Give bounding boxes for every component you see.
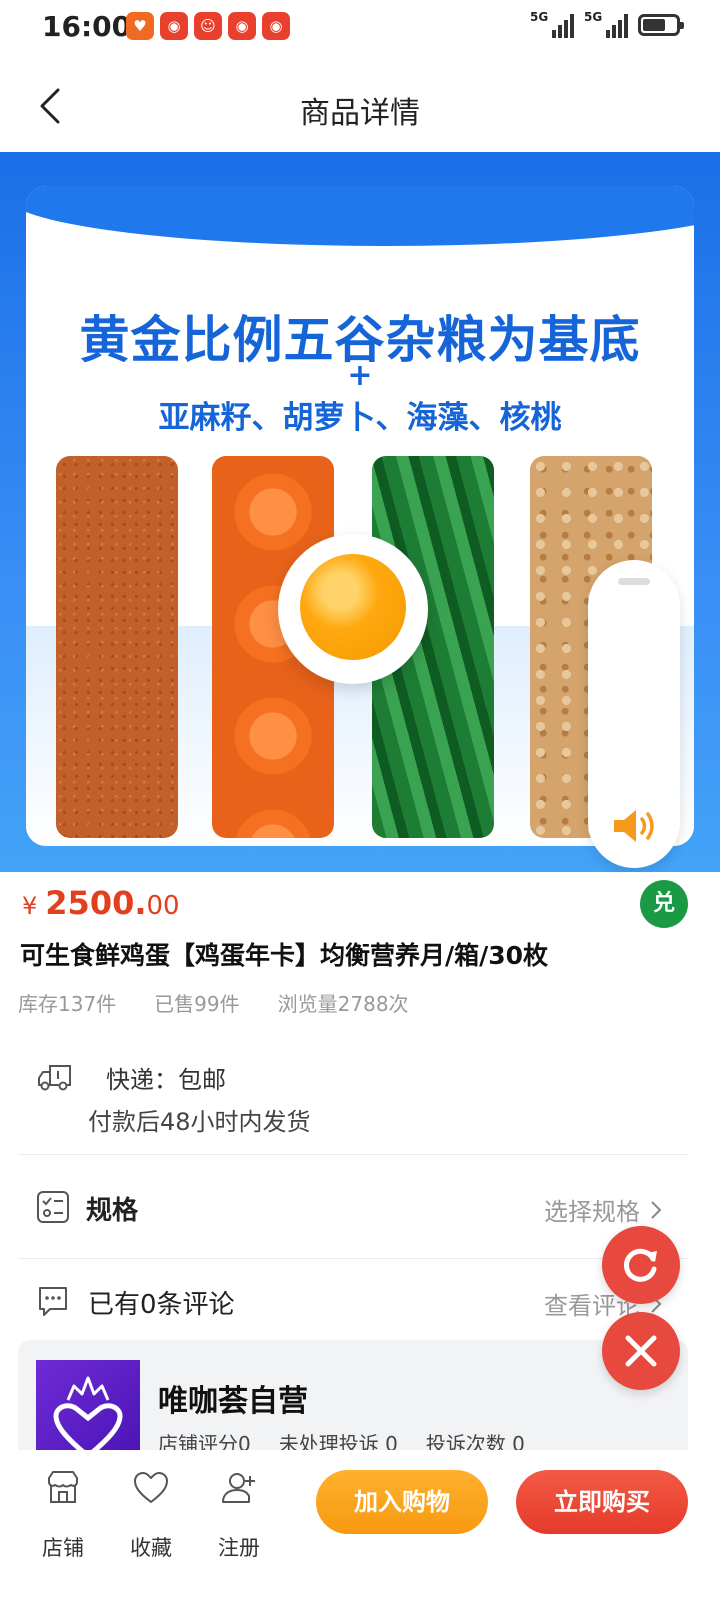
refresh-button[interactable]: [602, 1226, 680, 1304]
add-to-cart-button[interactable]: 加入购物: [316, 1470, 488, 1534]
register-tab[interactable]: 注册: [204, 1468, 274, 1562]
chat-app-icon: ◉: [160, 12, 188, 40]
product-name: 可生食鲜鸡蛋【鸡蛋年卡】均衡营养月/箱/30枚: [20, 941, 549, 970]
banner-wave: [26, 186, 694, 246]
close-button[interactable]: [602, 1312, 680, 1390]
add-user-icon: [222, 1473, 255, 1503]
truck-icon: [38, 1065, 71, 1091]
signal-area: 5G 5G: [530, 10, 684, 38]
heart-app-icon: ♥: [126, 12, 154, 40]
product-stats: 库存137件 已售99件 浏览量2788次: [18, 988, 409, 1017]
clown-app-icon: ☺: [194, 12, 222, 40]
favorite-tab[interactable]: 收藏: [116, 1468, 186, 1562]
notification-app-icons: ♥ ◉ ☺ ◉ ◉: [126, 12, 290, 40]
drag-handle[interactable]: [618, 578, 650, 585]
sold-count: 已售99件: [154, 992, 240, 1016]
currency-symbol: ¥: [22, 892, 38, 920]
view-count: 浏览量2788次: [277, 992, 409, 1016]
shipping-method: 快递：包邮: [106, 1066, 226, 1094]
speaker-icon[interactable]: [610, 806, 658, 846]
refresh-icon: [624, 1248, 657, 1282]
status-bar: 16:00 ♥ ◉ ☺ ◉ ◉ 5G 5G: [0, 0, 720, 56]
register-tab-label: 注册: [218, 1536, 260, 1560]
page-title: 商品详情: [300, 96, 420, 131]
store-name: 唯咖荟自营: [158, 1384, 308, 1419]
banner-subline: 亚麻籽、胡萝卜、海藻、核桃: [158, 400, 562, 436]
banner-plus: +: [347, 358, 373, 393]
egg-yolk-image: [278, 534, 428, 684]
comment-icon: [39, 1287, 67, 1316]
shop-tab[interactable]: 店铺: [28, 1468, 98, 1562]
divider: [18, 1154, 688, 1155]
nav-header: 商品详情: [0, 64, 720, 154]
review-count: 已有0条评论: [88, 1290, 235, 1320]
spec-label: 规格: [86, 1196, 139, 1226]
store-card[interactable]: 唯咖荟自营 店铺评分0 未处理投诉 0 投诉次数 0: [18, 1340, 688, 1460]
price-integer: 2500.: [45, 884, 147, 922]
chevron-right-icon: [651, 1200, 662, 1219]
checklist-icon: [37, 1191, 69, 1223]
crown-heart-icon: [53, 1376, 123, 1460]
media-control-panel[interactable]: [588, 560, 680, 868]
price-decimal: 00: [146, 891, 180, 921]
favorite-tab-label: 收藏: [130, 1536, 172, 1560]
exchange-badge[interactable]: 兑: [640, 880, 688, 928]
stock-count: 库存137件: [18, 992, 117, 1016]
buy-now-button[interactable]: 立即购买: [516, 1470, 688, 1534]
chat-app-icon: ◉: [262, 12, 290, 40]
store-icon: [48, 1471, 78, 1503]
heart-icon: [134, 1472, 168, 1503]
bottom-action-bar: 店铺 收藏 注册 加入购物 立即购买: [0, 1450, 720, 1600]
close-icon: [625, 1335, 657, 1367]
store-logo: [36, 1360, 140, 1460]
select-spec-link[interactable]: 选择规格: [544, 1192, 662, 1227]
flaxseed-image: [56, 456, 178, 838]
divider: [18, 1258, 688, 1259]
shop-tab-label: 店铺: [42, 1536, 84, 1560]
signal-icon: 5G: [530, 10, 574, 38]
network-type-2: 5G: [584, 10, 603, 24]
product-banner[interactable]: 黄金比例五谷杂粮为基底 + 亚麻籽、胡萝卜、海藻、核桃: [0, 152, 720, 872]
battery-icon: [638, 14, 684, 36]
status-time: 16:00: [42, 10, 132, 43]
signal-icon: 5G: [584, 10, 628, 38]
shipping-note: 付款后48小时内发货: [88, 1108, 311, 1136]
network-type-1: 5G: [530, 10, 549, 24]
chat-app-icon: ◉: [228, 12, 256, 40]
price: ¥ 2500. 00: [22, 884, 180, 922]
select-spec-text: 选择规格: [544, 1198, 640, 1226]
